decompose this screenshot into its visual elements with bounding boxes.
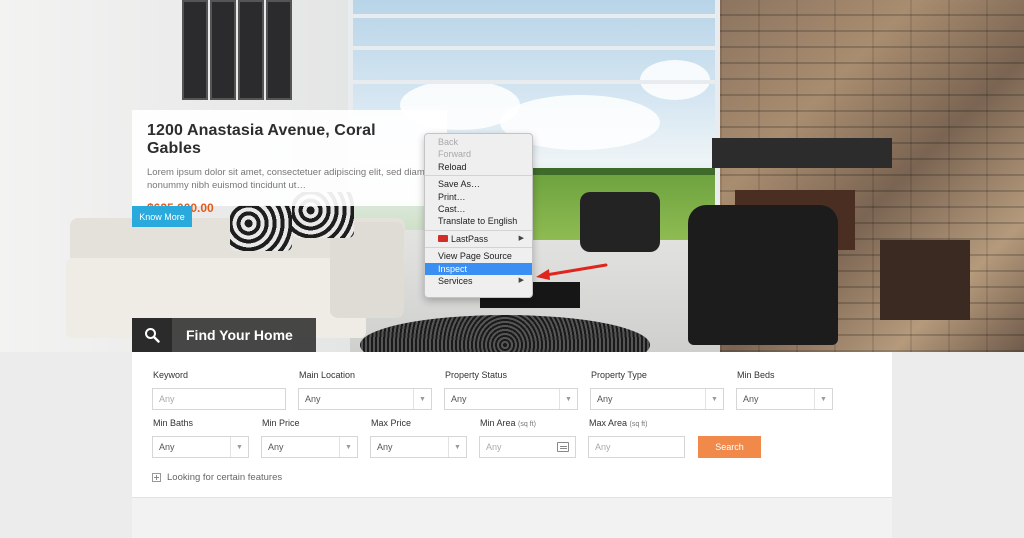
wall-art-panel: [238, 0, 264, 100]
max-area-label: Max Area (sq ft): [589, 418, 647, 428]
baths-value: Any: [159, 442, 175, 452]
location-value: Any: [305, 394, 321, 404]
min-price-label: Min Price: [262, 418, 300, 428]
type-label: Property Type: [591, 370, 647, 380]
wall-art-panel: [266, 0, 292, 100]
listing-description: Lorem ipsum dolor sit amet, consectetuer…: [147, 167, 425, 191]
max-price-select[interactable]: Any ▼: [370, 436, 467, 458]
mantel: [712, 138, 892, 168]
menu-item-reload[interactable]: Reload: [425, 161, 532, 173]
max-price-label: Max Price: [371, 418, 412, 428]
baths-label: Min Baths: [153, 418, 194, 428]
window-mullion: [348, 46, 720, 50]
max-price-value: Any: [377, 442, 393, 452]
lastpass-icon: [438, 234, 448, 242]
submenu-arrow-icon: ▶: [518, 276, 524, 284]
beds-label: Min Beds: [737, 370, 775, 380]
menu-item-services-label: Services: [438, 275, 473, 286]
beds-select[interactable]: Any ▼: [736, 388, 833, 410]
menu-item-forward: Forward: [438, 149, 472, 160]
window-mullion: [348, 80, 720, 84]
baths-select[interactable]: Any ▼: [152, 436, 249, 458]
chevron-down-icon: ▼: [559, 389, 577, 409]
wall-art-panel: [210, 0, 236, 100]
type-select[interactable]: Any ▼: [590, 388, 724, 410]
min-area-input[interactable]: Any: [479, 436, 576, 458]
max-area-unit: (sq ft): [629, 421, 648, 428]
status-value: Any: [451, 394, 467, 404]
keyword-input[interactable]: Any: [152, 388, 286, 410]
status-label: Property Status: [445, 370, 508, 380]
search-button[interactable]: Search: [698, 436, 761, 458]
menu-separator: [425, 229, 532, 231]
plus-icon: [152, 473, 161, 482]
chevron-down-icon: ▼: [705, 389, 723, 409]
beds-value: Any: [743, 394, 759, 404]
panel-footer: [132, 497, 892, 538]
min-area-label: Min Area (sq ft): [480, 418, 536, 428]
menu-item-back: Back: [438, 137, 459, 147]
menu-item-services[interactable]: Services ▶: [425, 275, 532, 287]
menu-item-save-as[interactable]: Save As…: [425, 178, 532, 190]
menu-item-print[interactable]: Print…: [425, 191, 532, 203]
find-your-home-tab[interactable]: Find Your Home: [132, 318, 316, 352]
armchair: [580, 192, 660, 252]
min-price-select[interactable]: Any ▼: [261, 436, 358, 458]
fireplace-lower: [880, 240, 970, 320]
know-more-button[interactable]: Know More: [132, 206, 192, 227]
features-label: Looking for certain features: [167, 472, 283, 483]
wall-art-panel: [182, 0, 208, 100]
chevron-down-icon: ▼: [448, 437, 466, 457]
min-area-placeholder: Any: [486, 442, 502, 452]
chevron-down-icon: ▼: [814, 389, 832, 409]
status-select[interactable]: Any ▼: [444, 388, 578, 410]
menu-separator: [425, 247, 532, 249]
location-label: Main Location: [299, 370, 356, 380]
window-mullion: [348, 14, 720, 18]
chevron-down-icon: ▼: [339, 437, 357, 457]
features-toggle[interactable]: Looking for certain features: [152, 472, 282, 483]
context-menu: Back Forward Reload Save As… Print… Cast…: [424, 133, 533, 298]
find-your-home-label: Find Your Home: [172, 318, 316, 352]
max-area-input[interactable]: Any: [588, 436, 685, 458]
search-icon: [132, 318, 172, 352]
type-value: Any: [597, 394, 613, 404]
location-select[interactable]: Any ▼: [298, 388, 432, 410]
armchair-large: [688, 205, 838, 345]
chevron-down-icon: ▼: [230, 437, 248, 457]
menu-item-view-source[interactable]: View Page Source: [425, 250, 532, 262]
min-area-unit: (sq ft): [518, 421, 536, 428]
area-icon: [557, 442, 569, 452]
menu-item-inspect[interactable]: Inspect: [425, 262, 532, 275]
menu-item-translate[interactable]: Translate to English: [425, 215, 532, 227]
submenu-arrow-icon: ▶: [518, 234, 524, 242]
chevron-down-icon: ▼: [413, 389, 431, 409]
keyword-label: Keyword: [153, 370, 189, 380]
min-area-label-text: Min Area: [480, 418, 516, 428]
menu-item-lastpass-label: LastPass: [451, 233, 489, 244]
max-area-label-text: Max Area: [589, 418, 628, 428]
annotation-arrow-icon: [536, 263, 608, 280]
min-price-value: Any: [268, 442, 284, 452]
listing-title[interactable]: 1200 Anastasia Avenue, Coral Gables: [147, 122, 432, 158]
menu-separator: [425, 175, 532, 177]
menu-item-lastpass[interactable]: LastPass ▶: [425, 233, 532, 245]
listing-card: 1200 Anastasia Avenue, Coral Gables Lore…: [132, 110, 447, 215]
menu-item-cast[interactable]: Cast…: [425, 203, 532, 215]
